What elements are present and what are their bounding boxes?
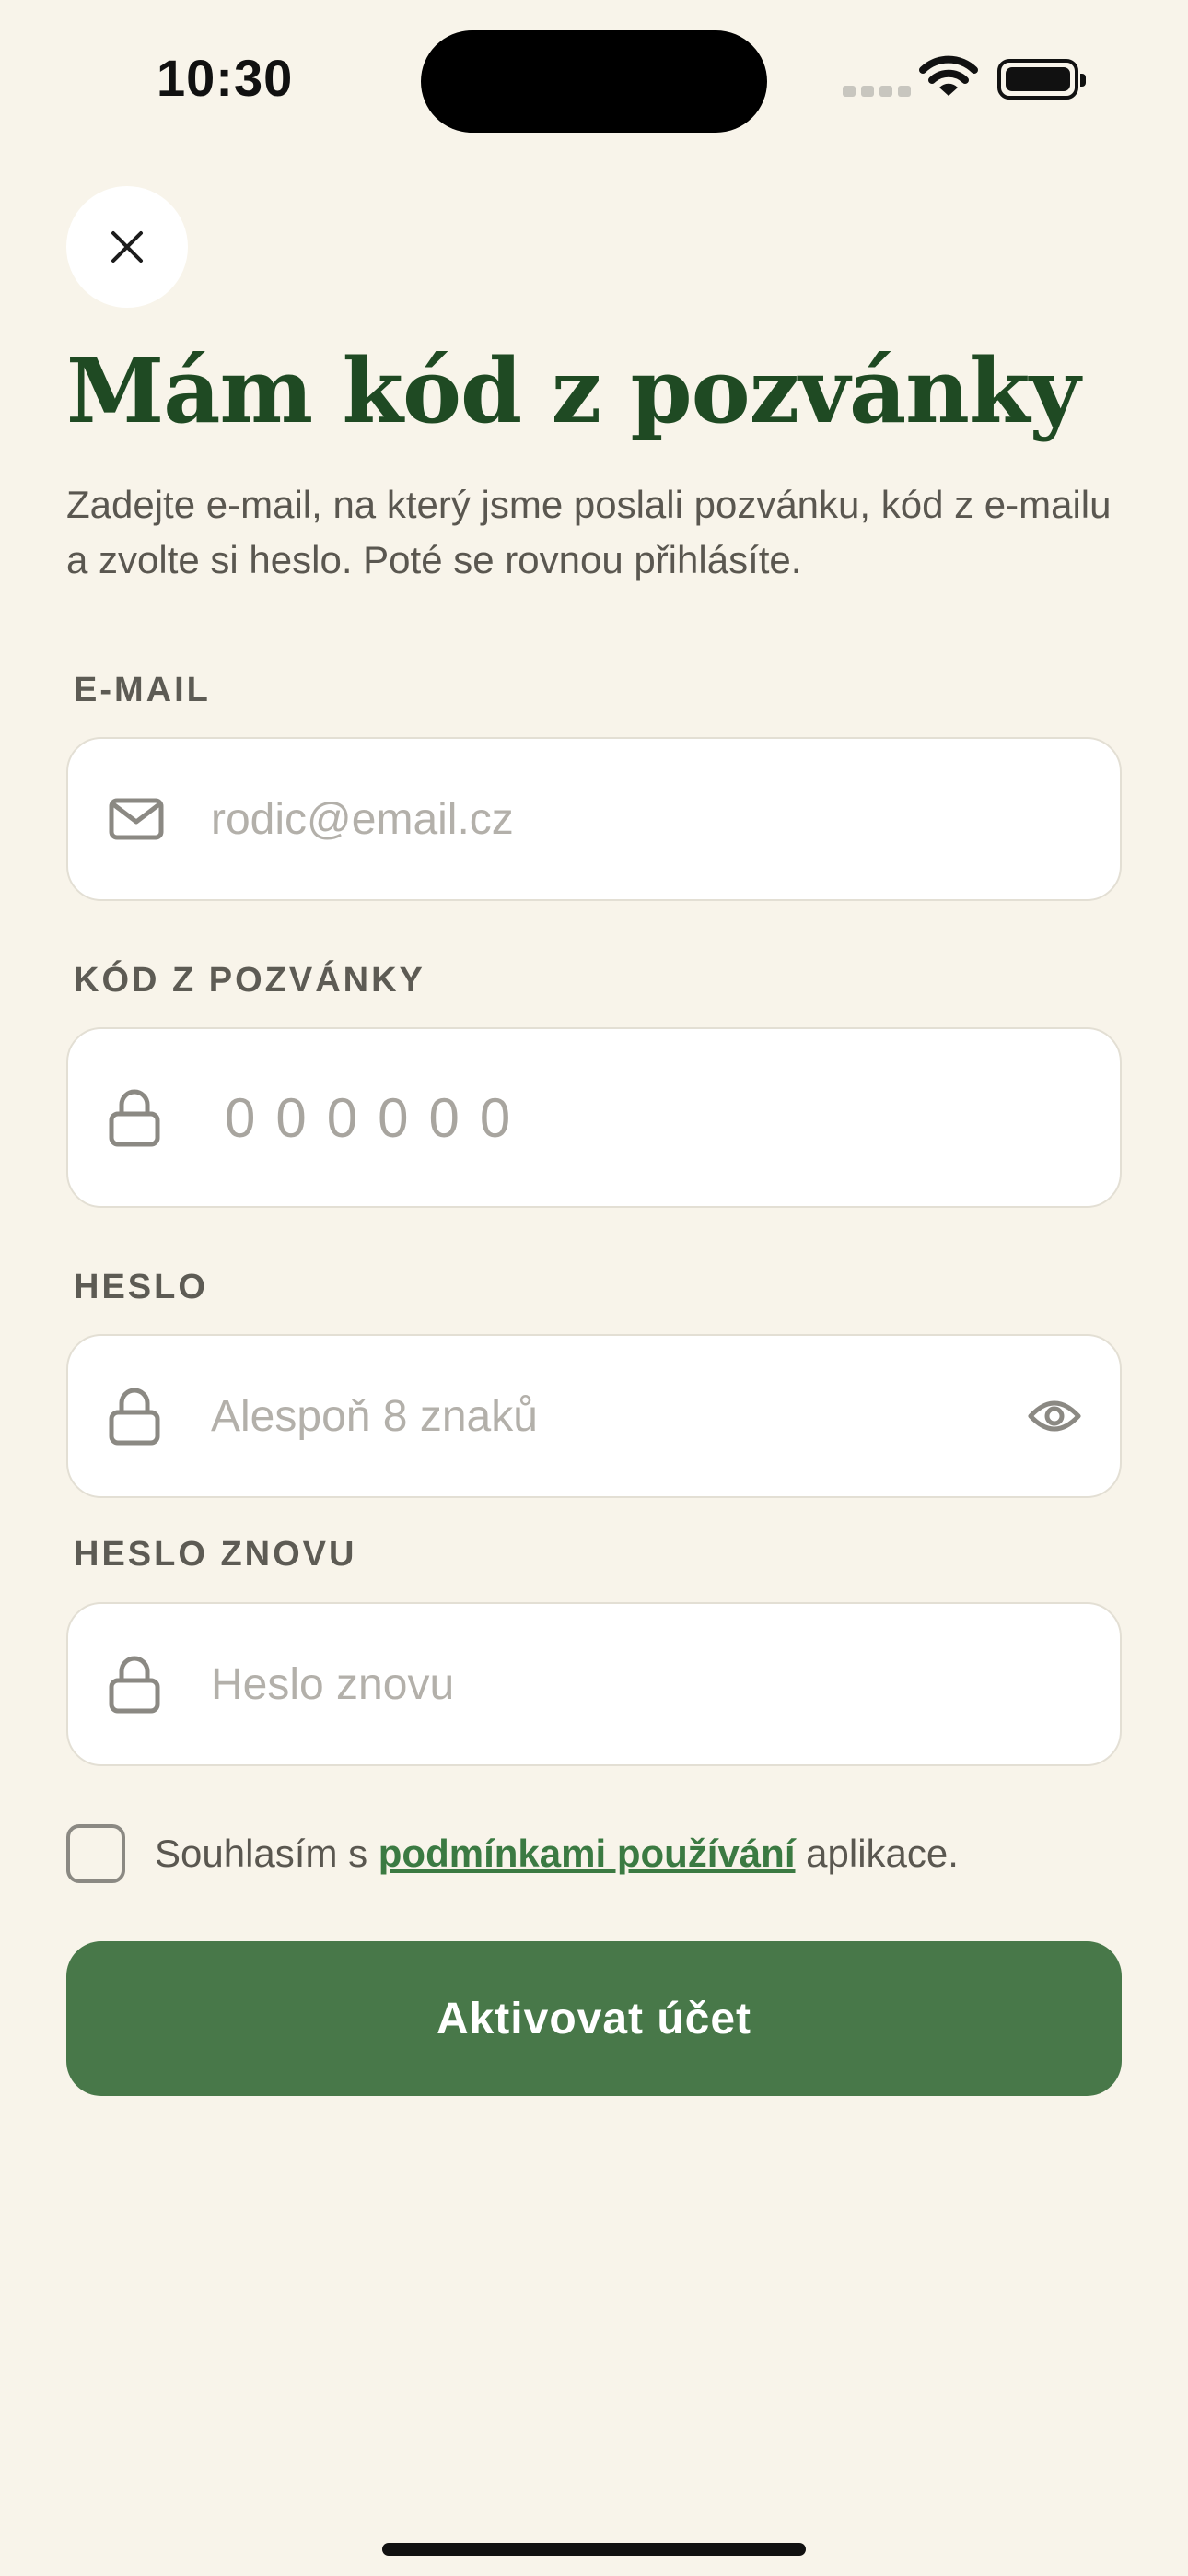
lock-icon	[109, 1089, 160, 1147]
battery-icon	[997, 59, 1086, 100]
code-label: KÓD Z POZVÁNKY	[74, 961, 425, 1000]
eye-icon[interactable]	[1028, 1398, 1081, 1434]
close-button[interactable]	[66, 186, 188, 308]
password-repeat-field[interactable]	[66, 1602, 1122, 1766]
password-repeat-input[interactable]	[211, 1604, 1019, 1764]
terms-text: Souhlasím s podmínkami používání aplikac…	[155, 1832, 959, 1876]
close-icon	[111, 231, 143, 263]
envelope-icon	[109, 798, 164, 840]
terms-checkbox[interactable]	[66, 1824, 125, 1883]
code-input[interactable]	[225, 1029, 1019, 1206]
terms-suffix: aplikace.	[795, 1832, 959, 1875]
lock-icon	[109, 1388, 160, 1446]
terms-link[interactable]: podmínkami používání	[379, 1832, 796, 1875]
cellular-signal-icon	[843, 86, 911, 97]
home-indicator	[382, 2543, 806, 2556]
password-label: HESLO	[74, 1268, 208, 1306]
activate-account-button[interactable]: Aktivovat účet	[66, 1941, 1122, 2096]
page-title: Mám kód z pozvánky	[66, 339, 1080, 443]
terms-row: Souhlasím s podmínkami používání aplikac…	[66, 1824, 959, 1883]
password-input[interactable]	[211, 1336, 1019, 1496]
email-field[interactable]	[66, 737, 1122, 901]
password-repeat-label: HESLO ZNOVU	[74, 1535, 357, 1574]
status-bar: 10:30	[0, 0, 1188, 161]
code-field[interactable]	[66, 1027, 1122, 1208]
terms-prefix: Souhlasím s	[155, 1832, 379, 1875]
dynamic-island	[421, 30, 767, 133]
password-field[interactable]	[66, 1334, 1122, 1498]
email-label: E-MAIL	[74, 671, 211, 709]
status-time: 10:30	[157, 49, 294, 107]
email-input[interactable]	[211, 739, 1019, 899]
wifi-icon	[919, 55, 978, 96]
page-subtitle: Zadejte e-mail, na který jsme poslali po…	[66, 483, 1112, 581]
lock-icon	[109, 1656, 160, 1714]
